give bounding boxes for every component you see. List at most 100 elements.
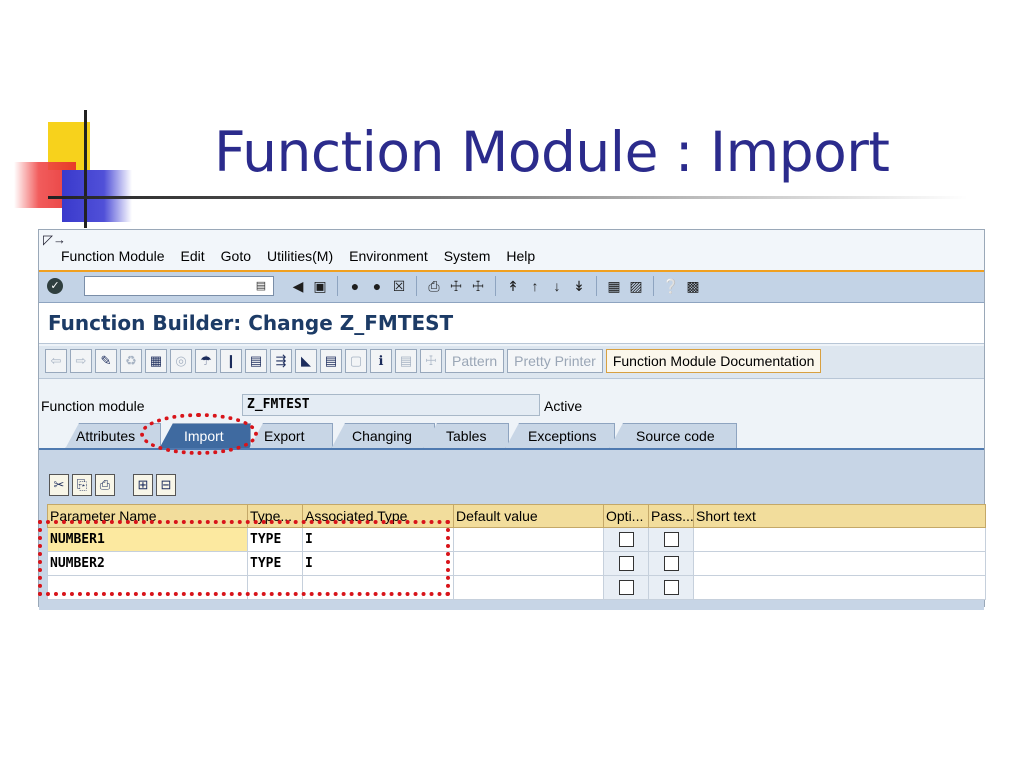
separator <box>416 276 417 296</box>
print-icon[interactable]: ⎙ <box>425 276 443 296</box>
optional-cell <box>603 551 649 576</box>
separator <box>596 276 597 296</box>
test-icon[interactable]: ☂ <box>195 349 217 373</box>
menu-expand-icon[interactable]: ◸→ <box>43 232 66 248</box>
previous-page-icon[interactable]: ↑ <box>526 276 544 296</box>
object-list-icon[interactable]: ▤ <box>320 349 342 373</box>
command-field[interactable] <box>84 276 274 296</box>
pass-value-cell <box>648 575 694 600</box>
display-object-list-icon[interactable]: ▤ <box>245 349 267 373</box>
optional-checkbox[interactable] <box>618 532 634 547</box>
parameters-highlight <box>38 520 450 596</box>
tab-exceptions[interactable]: Exceptions <box>505 423 615 449</box>
paste-icon[interactable]: ⎙ <box>95 474 115 496</box>
new-session-icon[interactable]: ▦ <box>605 276 623 296</box>
display-change-icon[interactable]: ✎ <box>95 349 117 373</box>
other-object-icon[interactable]: ♻ <box>120 349 142 373</box>
menu-edit[interactable]: Edit <box>181 248 205 264</box>
col-default-value[interactable]: Default value <box>453 504 604 528</box>
optional-cell <box>603 575 649 600</box>
last-page-icon[interactable]: ↡ <box>570 276 588 296</box>
back-icon[interactable]: ● <box>346 276 364 296</box>
optional-checkbox[interactable] <box>618 580 634 595</box>
function-module-field: Z_FMTEST <box>242 394 540 416</box>
separator <box>495 276 496 296</box>
back-arrow-icon[interactable]: ◀ <box>289 276 307 296</box>
hierarchy-icon[interactable]: ◣ <box>295 349 317 373</box>
tab-tables[interactable]: Tables <box>423 423 509 449</box>
activate-icon[interactable]: ◎ <box>170 349 192 373</box>
menu-function-module[interactable]: Function Module <box>61 248 165 264</box>
disabled-tool-icon[interactable]: ▤ <box>395 349 417 373</box>
menu-items: Function Module Edit Goto Utilities(M) E… <box>61 248 535 264</box>
slide-title: Function Module : Import <box>214 120 890 184</box>
import-tab-highlight <box>140 413 258 455</box>
shortcut-icon[interactable]: ▨ <box>627 276 645 296</box>
status-text: Active <box>544 398 583 414</box>
copy-icon[interactable]: ⎘ <box>72 474 92 496</box>
back-arrow-icon[interactable]: ⇦ <box>45 349 67 373</box>
exit-icon[interactable]: ● <box>368 276 386 296</box>
menu-help[interactable]: Help <box>506 248 535 264</box>
cancel-icon[interactable]: ☒ <box>390 276 408 296</box>
pass-value-cell <box>648 527 694 552</box>
short-text-cell[interactable] <box>693 527 986 552</box>
default-value-cell[interactable] <box>453 551 604 576</box>
pass-value-cell <box>648 551 694 576</box>
frame-icon[interactable]: ▢ <box>345 349 367 373</box>
next-page-icon[interactable]: ↓ <box>548 276 566 296</box>
pattern-button[interactable]: Pattern <box>445 349 505 373</box>
menu-system[interactable]: System <box>444 248 491 264</box>
menu-bar: ◸→ Function Module Edit Goto Utilities(M… <box>39 230 984 272</box>
pass-value-checkbox[interactable] <box>663 580 679 595</box>
col-optional[interactable]: Opti... <box>603 504 649 528</box>
cut-icon[interactable]: ✂ <box>49 474 69 496</box>
tab-export[interactable]: Export <box>249 423 333 449</box>
disabled-search-icon[interactable]: ☩ <box>420 349 442 373</box>
command-history-icon[interactable]: ▤ <box>253 277 269 295</box>
default-value-cell[interactable] <box>453 527 604 552</box>
decor-vertical-line <box>84 110 87 228</box>
help-icon[interactable]: ❔ <box>662 276 680 296</box>
standard-toolbar-icons: ◀ ▣ ● ● ☒ ⎙ ☩ ☩ ↟ ↑ ↓ ↡ ▦ ▨ ❔ ▩ <box>289 276 702 296</box>
table-toolbar: ✂ ⎘ ⎙ ⊞ ⊟ <box>49 474 176 496</box>
pretty-printer-button[interactable]: Pretty Printer <box>507 349 603 373</box>
check-object-icon[interactable]: ▦ <box>145 349 167 373</box>
find-icon[interactable]: ☩ <box>447 276 465 296</box>
delete-row-icon[interactable]: ⊟ <box>156 474 176 496</box>
application-toolbar: ⇦ ⇨ ✎ ♻ ▦ ◎ ☂ ❙ ▤ ⇶ ◣ ▤ ▢ ℹ ▤ ☩ Pattern … <box>39 346 984 379</box>
layout-menu-icon[interactable]: ▩ <box>684 276 702 296</box>
pass-value-checkbox[interactable] <box>663 532 679 547</box>
function-module-documentation-button[interactable]: Function Module Documentation <box>605 349 822 373</box>
decor-horizontal-line <box>48 196 968 199</box>
first-page-icon[interactable]: ↟ <box>504 276 522 296</box>
default-value-cell[interactable] <box>453 575 604 600</box>
application-toolbar-buttons: ⇦ ⇨ ✎ ♻ ▦ ◎ ☂ ❙ ▤ ⇶ ◣ ▤ ▢ ℹ ▤ ☩ Pattern … <box>45 349 822 373</box>
col-pass-value[interactable]: Pass... <box>648 504 694 528</box>
info-icon[interactable]: ℹ <box>370 349 392 373</box>
short-text-cell[interactable] <box>693 575 986 600</box>
save-icon[interactable]: ▣ <box>311 276 329 296</box>
menu-utilities[interactable]: Utilities(M) <box>267 248 333 264</box>
where-used-icon[interactable]: ❙ <box>220 349 242 373</box>
tab-source-code[interactable]: Source code <box>609 423 737 449</box>
screen-title: Function Builder: Change Z_FMTEST <box>48 311 454 335</box>
screen-title-bar: Function Builder: Change Z_FMTEST <box>39 303 984 344</box>
menu-goto[interactable]: Goto <box>221 248 251 264</box>
check-icon[interactable]: ✓ <box>47 278 63 294</box>
find-next-icon[interactable]: ☩ <box>469 276 487 296</box>
separator <box>337 276 338 296</box>
forward-arrow-icon[interactable]: ⇨ <box>70 349 92 373</box>
separator <box>653 276 654 296</box>
col-short-text[interactable]: Short text <box>693 504 986 528</box>
short-text-cell[interactable] <box>693 551 986 576</box>
pass-value-checkbox[interactable] <box>663 556 679 571</box>
navigation-icon[interactable]: ⇶ <box>270 349 292 373</box>
standard-toolbar: ✓ ▤ ◀ ▣ ● ● ☒ ⎙ ☩ ☩ ↟ ↑ ↓ ↡ ▦ ▨ ❔ ▩ <box>39 272 984 303</box>
insert-row-icon[interactable]: ⊞ <box>133 474 153 496</box>
optional-checkbox[interactable] <box>618 556 634 571</box>
menu-environment[interactable]: Environment <box>349 248 428 264</box>
optional-cell <box>603 527 649 552</box>
tab-changing[interactable]: Changing <box>331 423 435 449</box>
